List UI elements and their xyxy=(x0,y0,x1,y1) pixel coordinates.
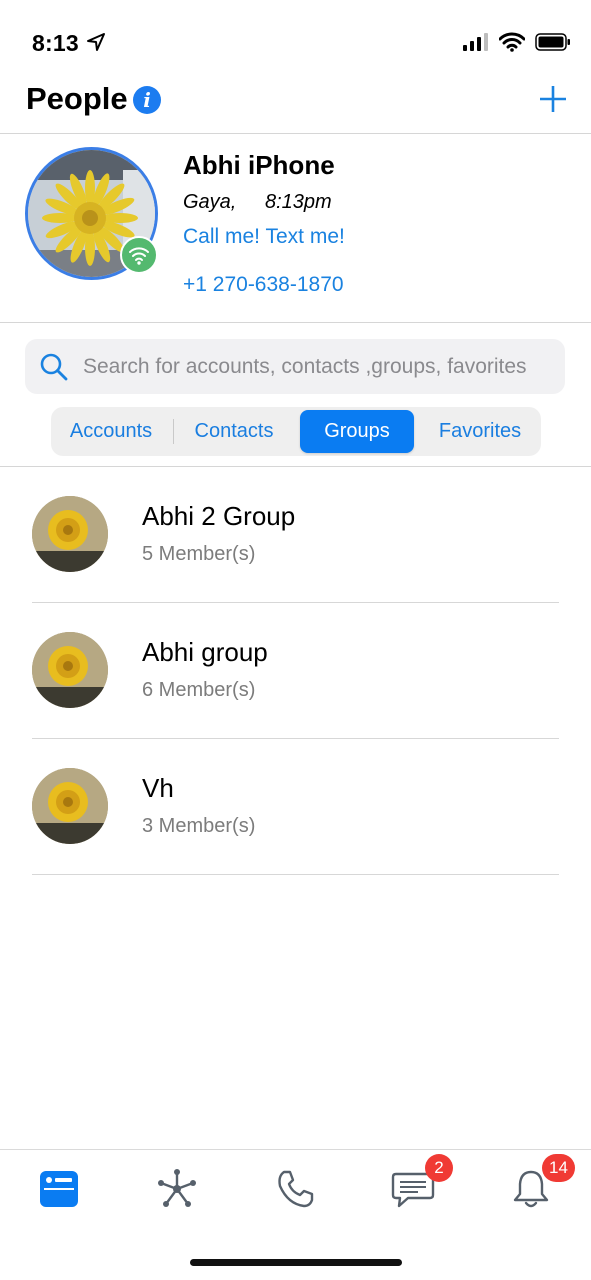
row-divider xyxy=(32,874,559,875)
info-icon[interactable]: i xyxy=(133,86,161,114)
flower-photo xyxy=(32,496,108,572)
header: People i xyxy=(0,80,591,134)
category-segmented-control: Accounts Contacts Groups Favorites xyxy=(51,407,541,456)
profile-divider xyxy=(0,322,591,323)
list-item[interactable]: Vh 3 Member(s) xyxy=(0,739,591,875)
add-icon[interactable] xyxy=(538,84,568,114)
home-indicator[interactable] xyxy=(190,1259,402,1266)
profile-location: Gaya, xyxy=(183,191,237,213)
group-name: Abhi 2 Group xyxy=(142,501,296,531)
group-avatar xyxy=(32,768,108,844)
contact-card-icon xyxy=(40,1171,78,1207)
status-bar: 8:13 xyxy=(0,0,591,80)
group-member-count: 6 Member(s) xyxy=(142,679,256,701)
tab-accounts[interactable]: Accounts xyxy=(57,410,165,453)
list-item[interactable]: Abhi group 6 Member(s) xyxy=(0,603,591,739)
tab-calls[interactable] xyxy=(270,1164,320,1214)
profile-name: Abhi iPhone xyxy=(183,150,335,180)
phone-icon xyxy=(278,1170,314,1208)
profile-time: 8:13pm xyxy=(265,191,332,213)
tab-groups[interactable]: Groups xyxy=(300,410,414,453)
notifications-badge: 14 xyxy=(542,1154,575,1182)
profile-phone-link[interactable]: +1 270-638-1870 xyxy=(183,273,344,297)
group-avatar xyxy=(32,496,108,572)
wifi-icon xyxy=(499,32,525,52)
segment-separator xyxy=(173,419,174,444)
network-hub-icon xyxy=(158,1169,196,1207)
cellular-signal-icon xyxy=(463,33,488,51)
tab-network[interactable] xyxy=(152,1164,202,1214)
group-name: Abhi group xyxy=(142,637,268,667)
tab-favorites[interactable]: Favorites xyxy=(425,410,535,453)
tab-people[interactable] xyxy=(34,1164,84,1214)
flower-photo xyxy=(32,632,108,708)
profile-avatar[interactable] xyxy=(25,147,158,280)
group-name: Vh xyxy=(142,773,174,803)
search-input[interactable] xyxy=(83,339,561,394)
page-title: People xyxy=(26,81,128,116)
flower-photo xyxy=(32,768,108,844)
search-bar[interactable] xyxy=(25,339,565,394)
messages-badge: 2 xyxy=(425,1154,453,1182)
tab-contacts[interactable]: Contacts xyxy=(179,410,289,453)
search-icon xyxy=(40,353,68,381)
group-member-count: 5 Member(s) xyxy=(142,543,256,565)
profile-status-message[interactable]: Call me! Text me! xyxy=(183,225,345,249)
location-arrow-icon xyxy=(87,33,105,51)
group-member-count: 3 Member(s) xyxy=(142,815,256,837)
header-divider xyxy=(0,133,591,134)
battery-icon xyxy=(535,33,570,51)
group-avatar xyxy=(32,632,108,708)
list-item[interactable]: Abhi 2 Group 5 Member(s) xyxy=(0,467,591,603)
wifi-icon xyxy=(129,247,149,265)
status-time: 8:13 xyxy=(32,30,79,56)
group-list: Abhi 2 Group 5 Member(s) Abhi group 6 Me… xyxy=(0,467,591,875)
status-icons xyxy=(463,32,571,52)
online-status-badge xyxy=(120,236,158,274)
